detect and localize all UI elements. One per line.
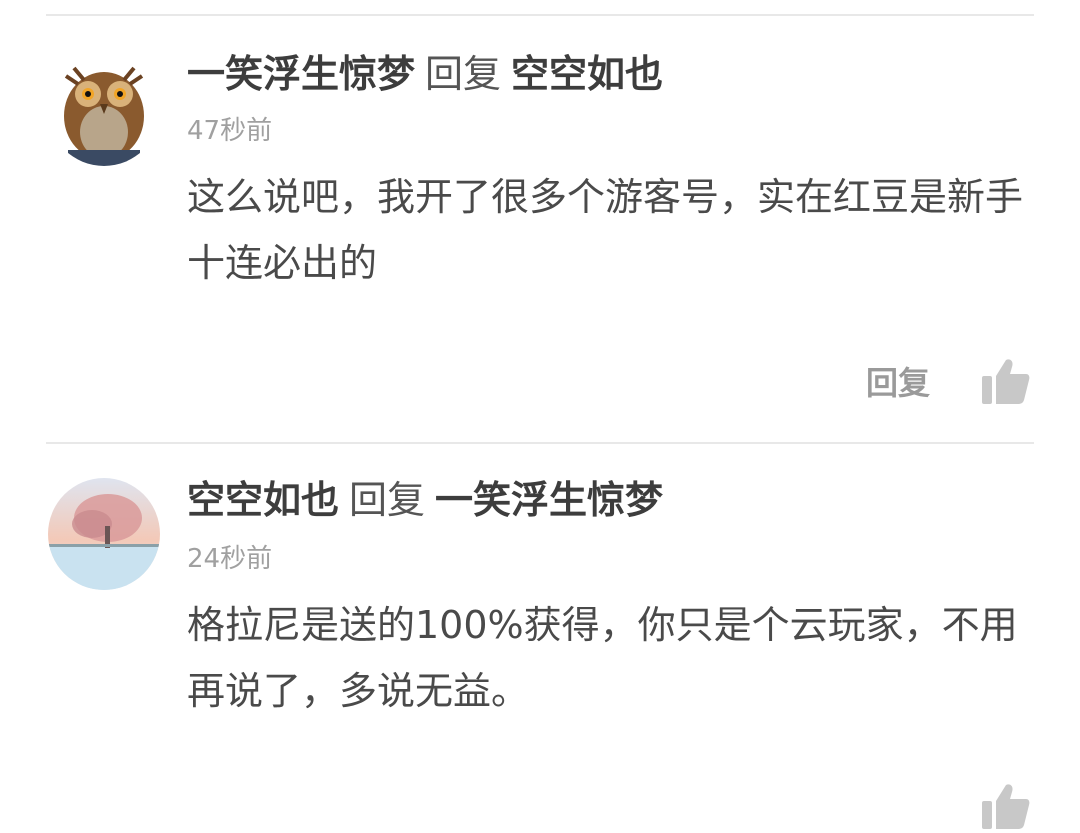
reply-to-name[interactable]: 一笑浮生惊梦 <box>435 478 663 522</box>
avatar[interactable] <box>48 478 160 590</box>
comment-header: 空空如也 回复 一笑浮生惊梦 <box>187 474 663 526</box>
like-button[interactable] <box>982 358 1030 404</box>
comment-time: 24秒前 <box>187 544 273 574</box>
author-name[interactable]: 一笑浮生惊梦 <box>187 52 415 96</box>
thumbs-up-icon <box>982 784 1030 829</box>
comment-text: 格拉尼是送的100%获得，你只是个云玩家，不用再说了，多说无益。 <box>187 603 1018 713</box>
comment-header: 一笑浮生惊梦 回复 空空如也 <box>187 48 663 100</box>
owl-avatar-icon <box>48 54 160 166</box>
comment-time: 47秒前 <box>187 116 273 146</box>
reply-button[interactable]: 回复 <box>866 361 930 405</box>
author-name[interactable]: 空空如也 <box>187 478 339 522</box>
reply-to-name[interactable]: 空空如也 <box>511 52 663 96</box>
like-button[interactable] <box>982 783 1030 829</box>
divider-top <box>46 14 1034 16</box>
thumbs-up-icon <box>982 359 1030 404</box>
divider-middle <box>46 442 1034 444</box>
winter-tree-avatar-icon <box>48 478 160 590</box>
reply-word: 回复 <box>425 52 502 96</box>
comment-text: 这么说吧，我开了很多个游客号，实在红豆是新手十连必出的 <box>187 175 1024 285</box>
reply-word: 回复 <box>349 478 426 522</box>
avatar[interactable] <box>48 54 160 166</box>
